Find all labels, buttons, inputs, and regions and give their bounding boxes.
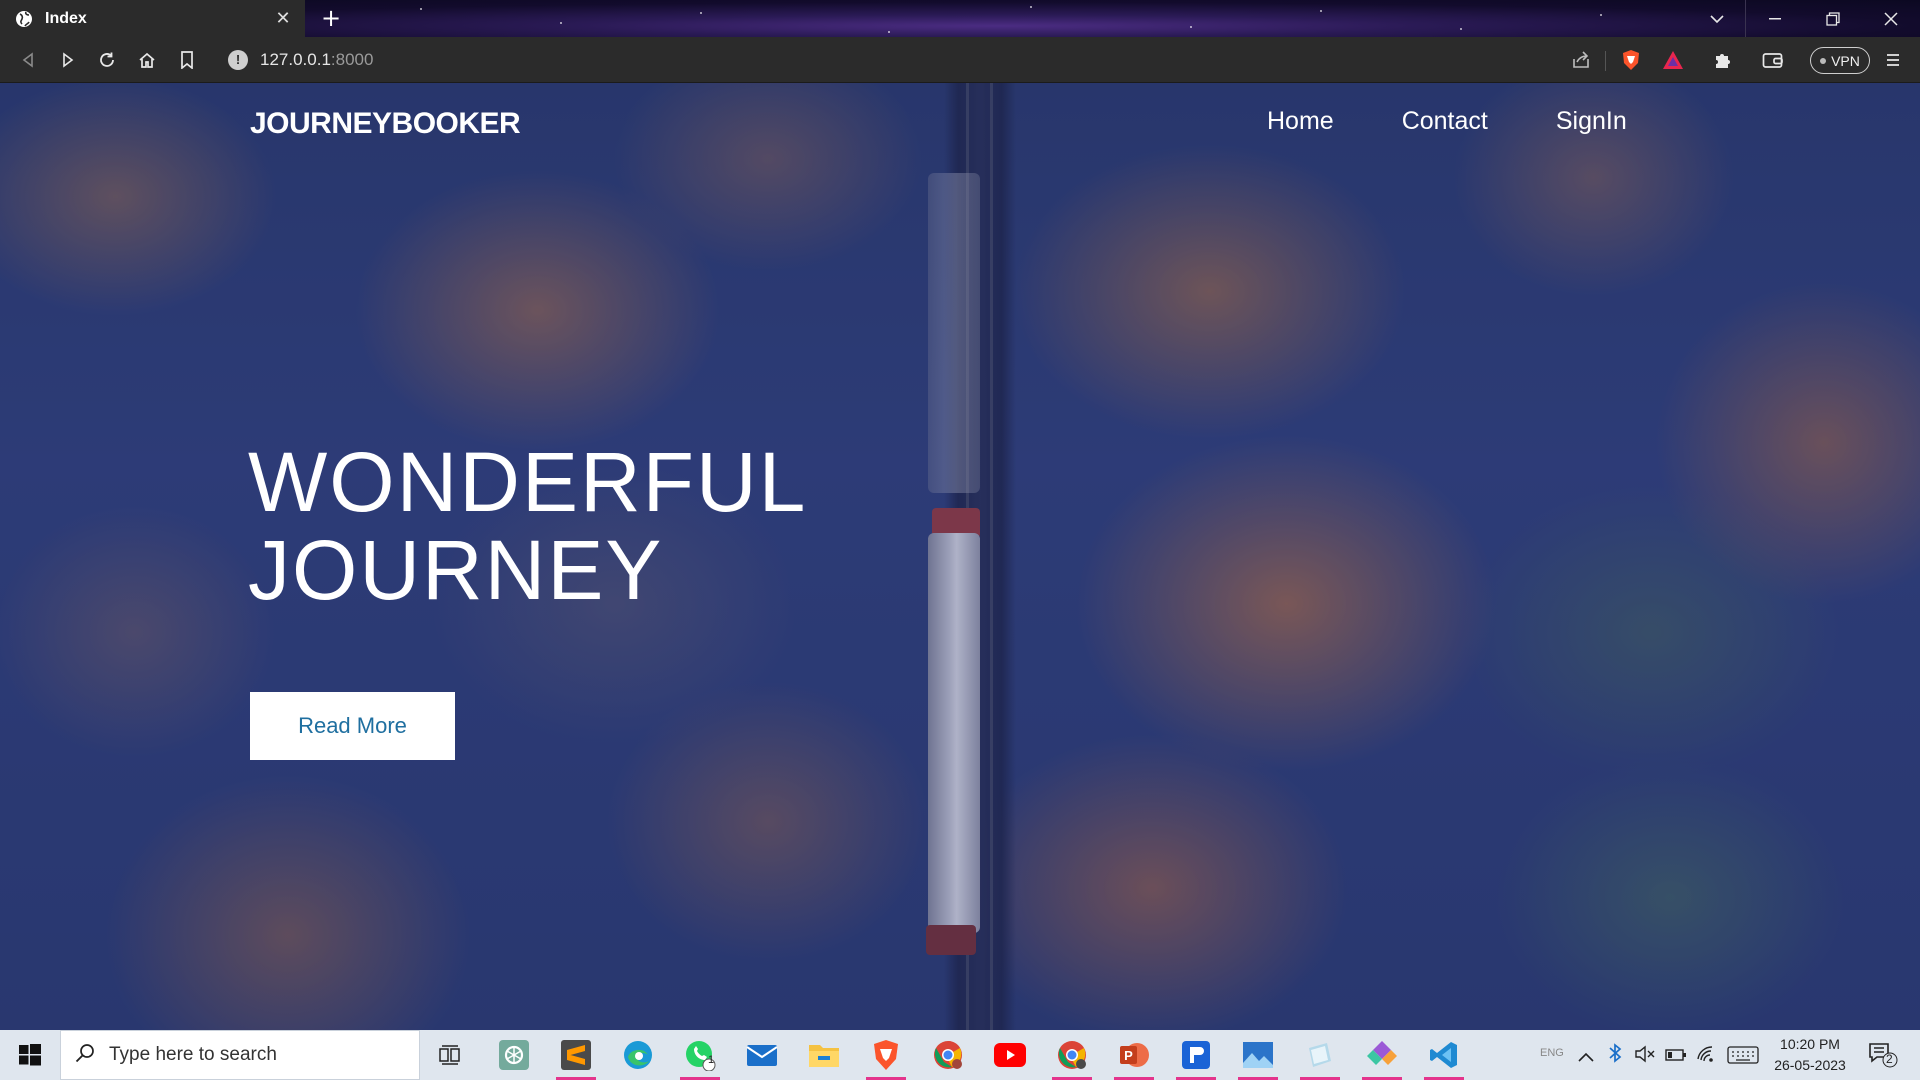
hero-section: JOURNEYBOOKER Home Contact SignIn WONDER… — [0, 83, 1920, 1030]
star-decoration — [1600, 14, 1602, 16]
tab-search-chevron-icon[interactable] — [1688, 0, 1746, 37]
reload-icon[interactable] — [93, 46, 121, 74]
kite-app-icon[interactable] — [1352, 1030, 1412, 1080]
chatgpt-app-icon[interactable] — [484, 1030, 544, 1080]
notepad-app-icon[interactable] — [1290, 1030, 1350, 1080]
mail-app-icon[interactable] — [732, 1030, 792, 1080]
windows-taskbar: Type here to search 1 P ENG 10:20 PM 26-… — [0, 1030, 1920, 1080]
hero-title: WONDERFUL JOURNEY — [248, 438, 807, 614]
vpn-button[interactable]: VPN — [1810, 47, 1870, 74]
taskbar-search-box[interactable]: Type here to search — [60, 1030, 420, 1080]
chrome-profile-app-icon[interactable] — [918, 1030, 978, 1080]
menu-hamburger-icon[interactable] — [1879, 46, 1907, 74]
globe-icon — [15, 10, 33, 28]
close-window-icon[interactable] — [1862, 0, 1920, 37]
browser-toolbar: ! 127.0.0.1:8000 VPN — [0, 37, 1920, 83]
close-tab-icon[interactable]: ✕ — [271, 8, 295, 29]
tab-title: Index — [45, 9, 87, 27]
vpn-status-dot — [1820, 57, 1827, 64]
wallet-icon[interactable] — [1759, 46, 1787, 74]
search-icon — [75, 1043, 95, 1067]
vpn-label: VPN — [1831, 52, 1860, 69]
clock-date: 26-05-2023 — [1774, 1057, 1846, 1073]
star-decoration — [888, 31, 890, 33]
photos-app-icon[interactable] — [1228, 1030, 1288, 1080]
star-decoration — [700, 12, 702, 14]
forward-icon[interactable] — [54, 46, 82, 74]
share-icon[interactable] — [1567, 46, 1595, 74]
whatsapp-app-icon[interactable]: 1 — [670, 1030, 730, 1080]
notification-center-icon[interactable]: 2 — [1868, 1042, 1898, 1072]
vscode-app-icon[interactable] — [1414, 1030, 1474, 1080]
restore-icon[interactable] — [1804, 0, 1862, 37]
window-controls — [1688, 0, 1920, 37]
language-indicator[interactable]: ENG — [1540, 1047, 1564, 1059]
toolbar-divider — [1605, 51, 1606, 71]
bluetooth-icon[interactable] — [1608, 1043, 1622, 1067]
wifi-icon[interactable] — [1697, 1045, 1717, 1067]
extensions-puzzle-icon[interactable] — [1709, 46, 1737, 74]
read-more-button[interactable]: Read More — [250, 692, 455, 760]
bookmark-icon[interactable] — [173, 46, 201, 74]
url-text[interactable]: 127.0.0.1:8000 — [260, 50, 373, 70]
address-bar[interactable]: ! 127.0.0.1:8000 — [218, 43, 1613, 77]
taskbar-clock[interactable]: 10:20 PM 26-05-2023 — [1770, 1034, 1850, 1076]
home-icon[interactable] — [133, 46, 161, 74]
clock-time: 10:20 PM — [1780, 1036, 1840, 1052]
youtube-app-icon[interactable] — [980, 1030, 1040, 1080]
site-nav: Home Contact SignIn — [1267, 107, 1695, 136]
star-decoration — [1320, 10, 1322, 12]
brave-browser-app-icon[interactable] — [856, 1030, 916, 1080]
site-info-icon[interactable]: ! — [228, 50, 248, 70]
hero-title-line-2: JOURNEY — [248, 523, 664, 617]
star-decoration — [560, 22, 562, 24]
notification-count: 2 — [1886, 1052, 1893, 1066]
whatsapp-badge: 1 — [708, 1054, 715, 1066]
keyboard-icon[interactable] — [1727, 1046, 1759, 1068]
file-explorer-app-icon[interactable] — [794, 1030, 854, 1080]
windows-start-icon[interactable] — [0, 1030, 60, 1080]
sublime-text-app-icon[interactable] — [546, 1030, 606, 1080]
star-decoration — [1190, 26, 1192, 28]
nav-link-contact[interactable]: Contact — [1402, 107, 1488, 136]
minimize-icon[interactable] — [1746, 0, 1804, 37]
word-notes-app-icon[interactable] — [1166, 1030, 1226, 1080]
star-decoration — [420, 8, 422, 10]
new-tab-button[interactable]: + — [316, 5, 346, 33]
svg-text:P: P — [1124, 1048, 1133, 1063]
brave-shields-icon[interactable] — [1617, 46, 1645, 74]
task-view-icon[interactable] — [420, 1030, 480, 1080]
nav-link-signin[interactable]: SignIn — [1556, 107, 1627, 136]
url-port: :8000 — [330, 50, 374, 69]
battery-icon[interactable] — [1665, 1047, 1687, 1066]
star-decoration — [1030, 6, 1032, 8]
search-placeholder: Type here to search — [109, 1044, 277, 1065]
brave-rewards-icon[interactable] — [1659, 46, 1687, 74]
hero-title-line-1: WONDERFUL — [248, 435, 808, 529]
nav-link-home[interactable]: Home — [1267, 107, 1334, 136]
edge-app-icon[interactable] — [608, 1030, 668, 1080]
browser-tab-index[interactable]: Index ✕ — [0, 0, 305, 37]
tray-chevron-up-icon[interactable] — [1578, 1047, 1594, 1066]
volume-muted-icon[interactable] — [1634, 1045, 1656, 1067]
browser-tab-strip: Index ✕ + — [0, 0, 1920, 37]
url-host: 127.0.0.1 — [260, 50, 331, 69]
powerpoint-app-icon[interactable]: P — [1104, 1030, 1164, 1080]
star-decoration — [1460, 28, 1462, 30]
chrome-app-icon[interactable] — [1042, 1030, 1102, 1080]
site-logo[interactable]: JOURNEYBOOKER — [250, 107, 521, 141]
back-icon[interactable] — [14, 46, 42, 74]
